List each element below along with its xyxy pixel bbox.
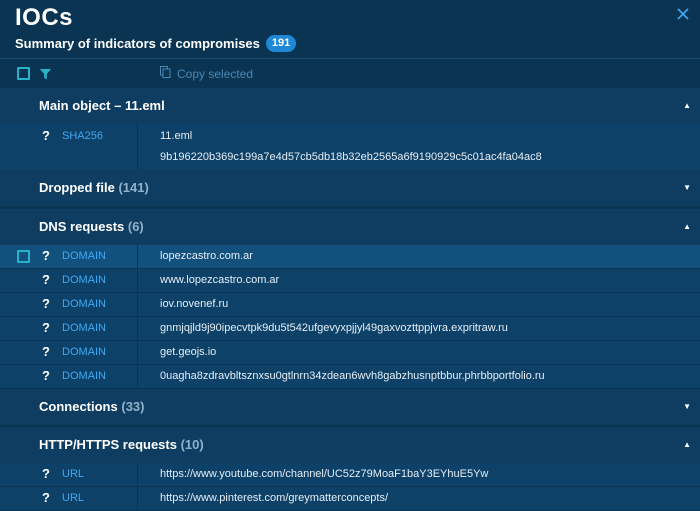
question-icon: ? — [42, 272, 50, 287]
ioc-value: iov.novenef.ru — [160, 298, 229, 310]
column-divider — [137, 341, 138, 364]
ioc-value: www.lopezcastro.com.ar — [160, 274, 280, 286]
ioc-type: DOMAIN — [62, 346, 106, 358]
section-dns-requests[interactable]: DNS requests (6) ▲ — [0, 209, 700, 245]
ioc-type: DOMAIN — [62, 322, 106, 334]
column-divider — [137, 463, 138, 486]
ioc-type: DOMAIN — [62, 250, 106, 262]
table-row[interactable]: ? DOMAIN 0uagha8zdravbltsznxsu0gtlnrn34z… — [0, 365, 700, 389]
ioc-type: URL — [62, 492, 85, 504]
caret-up-icon[interactable]: ▲ — [683, 101, 691, 110]
section-title: HTTP/HTTPS requests (10) — [39, 437, 204, 452]
ioc-value: https://www.pinterest.com/greymatterconc… — [160, 492, 389, 504]
toolbar: Copy selected — [0, 59, 700, 88]
subtitle-text: Summary of indicators of compromises — [15, 36, 260, 51]
table-row[interactable]: ? DOMAIN iov.novenef.ru — [0, 293, 700, 317]
section-connections[interactable]: Connections (33) ▼ — [0, 389, 700, 425]
table-row[interactable]: ? DOMAIN gnmjqjld9j90ipecvtpk9du5t542ufg… — [0, 317, 700, 341]
section-title: Dropped file (141) — [39, 180, 149, 195]
section-http-requests[interactable]: HTTP/HTTPS requests (10) ▲ — [0, 427, 700, 463]
question-icon: ? — [42, 368, 50, 383]
ioc-type: DOMAIN — [62, 274, 106, 286]
copy-icon — [160, 66, 171, 81]
column-divider — [137, 293, 138, 316]
caret-up-icon[interactable]: ▲ — [683, 440, 691, 449]
section-title: Connections (33) — [39, 399, 145, 414]
page-subtitle: Summary of indicators of compromises 191 — [15, 35, 297, 52]
select-all-checkbox[interactable] — [17, 67, 30, 80]
question-icon: ? — [42, 248, 50, 263]
table-row[interactable]: ? DOMAIN www.lopezcastro.com.ar — [0, 269, 700, 293]
table-row[interactable]: ? DOMAIN lopezcastro.com.ar — [0, 245, 700, 269]
main-object-name: 11.eml — [160, 130, 193, 142]
table-row[interactable]: ? DOMAIN get.geojs.io — [0, 341, 700, 365]
question-icon: ? — [42, 128, 50, 143]
ioc-type: DOMAIN — [62, 298, 106, 310]
ioc-type: URL — [62, 468, 85, 480]
section-dropped-file[interactable]: Dropped file (141) ▼ — [0, 170, 700, 206]
column-divider — [137, 269, 138, 292]
ioc-value: gnmjqjld9j90ipecvtpk9du5t542ufgevyxpjjyl… — [160, 322, 508, 334]
table-row[interactable]: ? URL https://www.youtube.com/channel/UC… — [0, 463, 700, 487]
section-title: DNS requests (6) — [39, 219, 144, 234]
ioc-type: DOMAIN — [62, 370, 106, 382]
table-row[interactable]: ? URL https://www.pinterest.com/greymatt… — [0, 487, 700, 511]
copy-selected-button[interactable]: Copy selected — [160, 66, 253, 81]
column-divider — [137, 317, 138, 340]
page-title: IOCs — [15, 4, 74, 31]
caret-down-icon[interactable]: ▼ — [683, 402, 691, 411]
column-divider — [137, 245, 138, 268]
ioc-header: IOCs Summary of indicators of compromise… — [0, 0, 700, 59]
ioc-value: https://www.youtube.com/channel/UC52z79M… — [160, 468, 489, 480]
caret-down-icon[interactable]: ▼ — [683, 183, 691, 192]
question-icon: ? — [42, 320, 50, 335]
close-icon[interactable] — [676, 6, 690, 24]
ioc-count-badge: 191 — [265, 35, 297, 52]
column-divider — [137, 365, 138, 388]
column-divider — [137, 123, 138, 170]
copy-selected-label: Copy selected — [177, 66, 254, 81]
main-object-detail: ? SHA256 11.eml 9b196220b369c199a7e4d57c… — [0, 123, 700, 170]
question-icon: ? — [42, 344, 50, 359]
ioc-value: 0uagha8zdravbltsznxsu0gtlnrn34zdean6wvh8… — [160, 370, 545, 382]
caret-up-icon[interactable]: ▲ — [683, 222, 691, 231]
question-icon: ? — [42, 490, 50, 505]
section-title: Main object – 11.eml — [39, 98, 165, 113]
row-checkbox[interactable] — [17, 250, 30, 263]
main-object-hash: 9b196220b369c199a7e4d57cb5db18b32eb2565a… — [160, 151, 542, 163]
ioc-value: get.geojs.io — [160, 346, 217, 358]
filter-icon[interactable] — [40, 67, 51, 85]
question-icon: ? — [42, 466, 50, 481]
section-main-object[interactable]: Main object – 11.eml ▲ — [0, 88, 700, 124]
question-icon: ? — [42, 296, 50, 311]
ioc-value: lopezcastro.com.ar — [160, 250, 253, 262]
hash-type: SHA256 — [62, 130, 103, 142]
